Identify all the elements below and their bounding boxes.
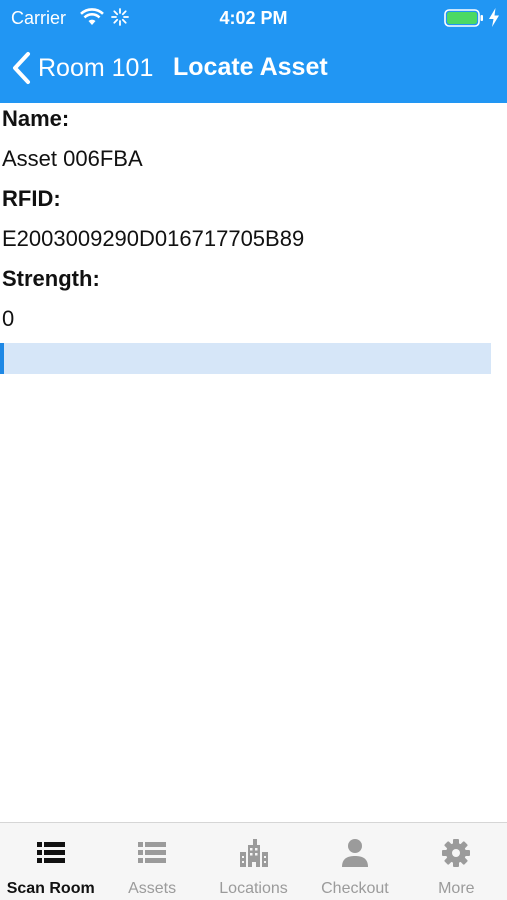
battery-icon bbox=[444, 9, 483, 27]
name-value: Asset 006FBA bbox=[2, 146, 143, 171]
person-icon bbox=[341, 839, 368, 867]
signal-strength-fill bbox=[0, 343, 4, 374]
tab-assets[interactable]: Assets bbox=[101, 823, 202, 900]
gear-icon bbox=[442, 839, 471, 867]
chevron-left-icon bbox=[13, 52, 30, 84]
tab-label: More bbox=[438, 880, 475, 897]
tab-label: Locations bbox=[219, 880, 288, 897]
header: Carrier 4:02 PM Room 101 Locate Asset bbox=[0, 0, 507, 103]
signal-strength-bar bbox=[0, 343, 491, 374]
name-label: Name: bbox=[2, 106, 70, 131]
tab-label: Checkout bbox=[321, 880, 389, 897]
back-button[interactable]: Room 101 bbox=[10, 48, 153, 88]
status-bar: Carrier 4:02 PM bbox=[0, 0, 507, 36]
nav-bar: Room 101 Locate Asset bbox=[0, 36, 507, 103]
strength-label: Strength: bbox=[2, 266, 100, 291]
tab-label: Scan Room bbox=[6, 880, 95, 897]
rfid-label: RFID: bbox=[2, 186, 61, 211]
rfid-value: E2003009290D016717705B89 bbox=[2, 226, 305, 251]
tab-locations[interactable]: Locations bbox=[203, 823, 304, 900]
list-icon bbox=[36, 842, 65, 863]
tab-checkout[interactable]: Checkout bbox=[304, 823, 405, 900]
tab-scan-room[interactable]: Scan Room bbox=[0, 823, 101, 900]
strength-value: 0 bbox=[2, 306, 15, 331]
tab-more[interactable]: More bbox=[406, 823, 507, 900]
screen: Carrier 4:02 PM Room 101 Locate Asset Na… bbox=[0, 0, 507, 900]
back-button-label: Room 101 bbox=[38, 53, 154, 82]
status-time: 4:02 PM bbox=[219, 8, 288, 28]
tab-bar: Scan Room Assets Locations Checkout More bbox=[0, 822, 507, 900]
list-icon bbox=[138, 842, 167, 863]
building-icon bbox=[239, 839, 268, 867]
page-title: Locate Asset bbox=[173, 53, 328, 81]
tab-label: Assets bbox=[128, 880, 177, 897]
charging-bolt-icon bbox=[489, 8, 499, 27]
